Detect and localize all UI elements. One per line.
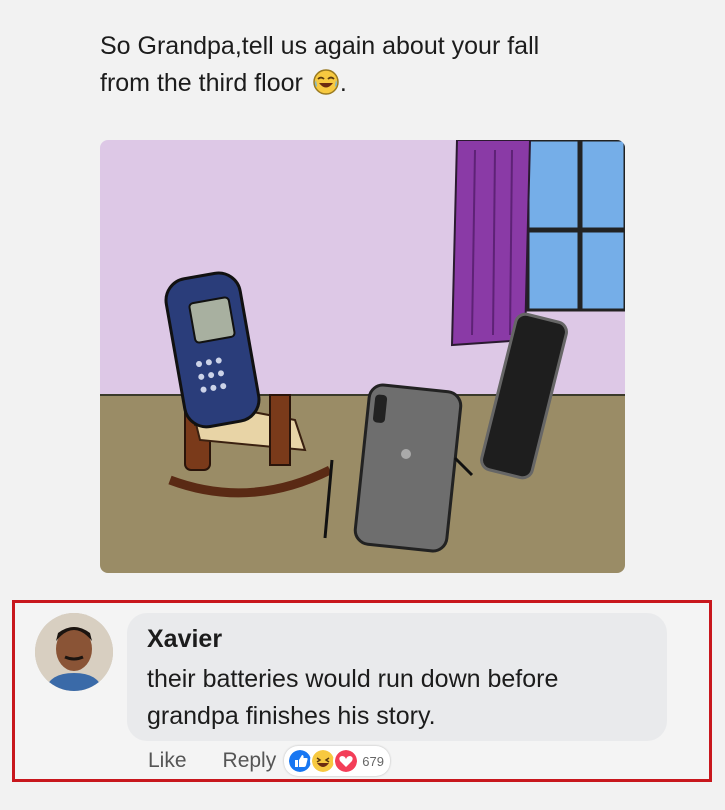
- caption-period: .: [339, 69, 347, 97]
- love-reaction-icon: [333, 748, 360, 774]
- meme-illustration: [100, 140, 625, 573]
- avatar[interactable]: [35, 613, 113, 691]
- avatar-portrait: [35, 613, 113, 691]
- window: [526, 140, 625, 312]
- meme-image: [100, 140, 625, 573]
- like-button[interactable]: Like: [148, 749, 187, 773]
- caption-line-2: from the third floor: [100, 69, 303, 97]
- laughing-with-tears-emoji-icon: [313, 69, 339, 95]
- curtain: [450, 140, 532, 347]
- highlighted-comment: Xavier their batteries would run down be…: [12, 600, 712, 782]
- post-caption: So Grandpa,tell us again about your fall…: [100, 28, 660, 102]
- reaction-count: 679: [362, 753, 384, 769]
- comment-actions: Like Reply 679: [148, 746, 390, 776]
- caption-line-1: So Grandpa,tell us again about your fall: [100, 32, 540, 60]
- comment-bubble: Xavier their batteries would run down be…: [127, 613, 667, 741]
- comment-text: their batteries would run down before gr…: [147, 665, 559, 730]
- comment-author[interactable]: Xavier: [147, 625, 222, 654]
- reply-button[interactable]: Reply: [223, 749, 277, 773]
- reactions-summary[interactable]: 679: [284, 746, 390, 776]
